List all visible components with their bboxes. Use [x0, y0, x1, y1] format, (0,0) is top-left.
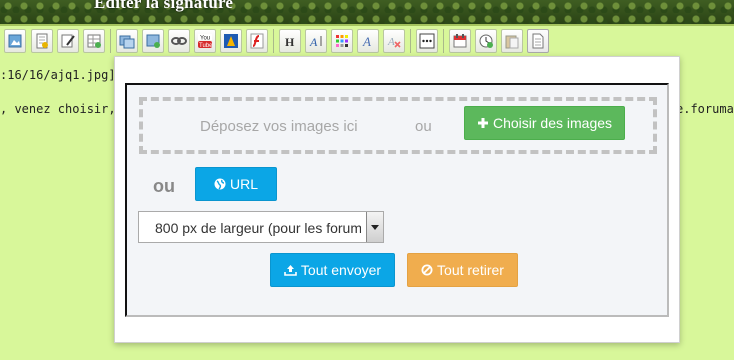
svg-text:You: You: [200, 36, 210, 42]
upload-panel: Déposez vos images ici ou Choisir des im…: [125, 83, 669, 317]
editor-toolbar: You Tube H A A A: [0, 29, 734, 55]
paste-icon[interactable]: [501, 29, 523, 53]
clock-icon[interactable]: [475, 29, 497, 53]
choose-images-label: Choisir des images: [492, 115, 613, 131]
flash-icon[interactable]: [246, 29, 268, 53]
editor-text-line: :16/16/ajq1.jpg][i: [0, 68, 131, 82]
plus-icon: [477, 118, 488, 128]
svg-text:H: H: [285, 35, 295, 49]
globe-icon: [214, 178, 226, 190]
chevron-down-icon[interactable]: [366, 212, 383, 242]
dailymotion-icon[interactable]: [220, 29, 242, 53]
calendar-icon[interactable]: [449, 29, 471, 53]
image-size-select[interactable]: 800 px de largeur (pour les forums): [138, 211, 384, 243]
url-button[interactable]: URL: [195, 167, 277, 201]
choose-images-button[interactable]: Choisir des images: [464, 106, 625, 140]
upload-icon: [284, 265, 297, 276]
image-dropzone[interactable]: Déposez vos images ici ou Choisir des im…: [139, 97, 657, 154]
edit-icon[interactable]: [57, 29, 79, 53]
document-icon[interactable]: [527, 29, 549, 53]
dropzone-label: Déposez vos images ici: [200, 118, 358, 135]
editor-text-line: , venez choisir, c: [0, 102, 131, 116]
editor-text-line: e.foruma: [676, 102, 734, 116]
page-title: Éditer la signature: [94, 0, 234, 12]
svg-text:A: A: [362, 34, 371, 49]
more-icon[interactable]: [416, 29, 438, 53]
font-size-icon[interactable]: A: [305, 29, 327, 53]
link-icon[interactable]: [168, 29, 190, 53]
or-label: ou: [415, 118, 432, 135]
page-banner: Éditer la signature: [0, 0, 734, 26]
spoiler-icon[interactable]: [31, 29, 53, 53]
send-all-button[interactable]: Tout envoyer: [270, 253, 395, 287]
insert-image-icon[interactable]: [4, 29, 26, 53]
remove-format-icon[interactable]: A: [383, 29, 405, 53]
clear-all-label: Tout retirer: [437, 262, 504, 278]
youtube-icon[interactable]: You Tube: [194, 29, 216, 53]
color-icon[interactable]: [331, 29, 353, 53]
font-icon[interactable]: A: [357, 29, 379, 53]
clear-all-button[interactable]: Tout retirer: [407, 253, 518, 287]
send-all-label: Tout envoyer: [300, 262, 382, 278]
url-label: URL: [229, 176, 258, 192]
image-upload-popup: Déposez vos images ici ou Choisir des im…: [114, 56, 680, 343]
gallery-icon[interactable]: [116, 29, 138, 53]
svg-text:Tube: Tube: [199, 43, 213, 49]
or-label-large: ou: [153, 176, 175, 196]
svg-text:A: A: [309, 35, 318, 49]
table-icon[interactable]: [83, 29, 105, 53]
image-upload-icon[interactable]: [142, 29, 164, 53]
heading-icon[interactable]: H: [279, 29, 301, 53]
svg-text:A: A: [387, 36, 395, 48]
image-size-value: 800 px de largeur (pour les forums): [155, 220, 361, 236]
ban-icon: [421, 264, 433, 276]
